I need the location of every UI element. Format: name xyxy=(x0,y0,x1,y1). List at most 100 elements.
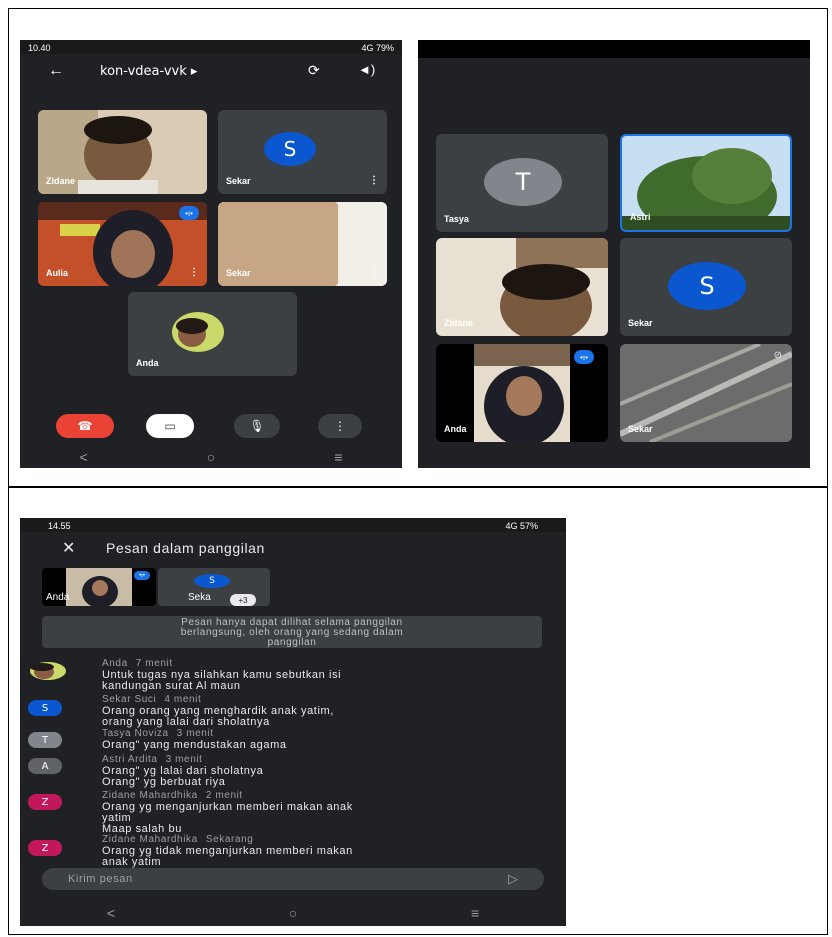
tile-name: Aulia xyxy=(46,268,69,278)
participant-tile-aulia[interactable]: •ı• Aulia ⋮ xyxy=(38,202,207,286)
divider-line xyxy=(8,486,828,488)
message-line: kandungan surat Al maun xyxy=(102,680,241,692)
speaker-icon[interactable]: ◄) xyxy=(358,62,375,77)
avatar-tasya: T xyxy=(484,158,562,206)
status-right: 4G 57% xyxy=(505,521,538,531)
nav-recents-icon[interactable]: ≡ xyxy=(471,905,479,921)
meet-screen-1: 10.40 4G 79% ← kon-vdea-vvk ▸ ⟳ ◄) Zidan… xyxy=(20,40,402,468)
close-icon[interactable]: ✕ xyxy=(62,538,75,558)
avatar-zidane: Z xyxy=(28,794,62,810)
message-text: Orang" yang mendustakan agama xyxy=(102,740,522,751)
participant-tile-anda[interactable]: •ı• Anda xyxy=(436,344,608,442)
message-text: Orang yg menganjurkan memberi makan anak… xyxy=(102,802,522,835)
participant-tile-tasya[interactable]: T Tasya xyxy=(436,134,608,232)
participant-tile-sekar-video[interactable]: ⊘ Sekar xyxy=(620,344,792,442)
avatar-tasya: T xyxy=(28,732,62,748)
message-meta: Astri Ardita 3 menit xyxy=(102,754,203,765)
participant-tile-sekar[interactable]: S Sekar xyxy=(620,238,792,336)
sender-name: Tasya Noviza xyxy=(102,728,169,739)
nav-back-icon[interactable]: < xyxy=(80,449,88,465)
message-input[interactable]: Kirim pesan ▷ xyxy=(42,868,544,890)
status-bar: 10.40 4G 79% xyxy=(20,40,402,54)
avatar-sekar: S xyxy=(668,262,746,310)
more-options-button[interactable]: ⋮ xyxy=(318,414,362,438)
tile-name: Anda xyxy=(136,358,159,368)
message-text: Orang" yg lalai dari sholatnya Orang" yg … xyxy=(102,766,522,788)
message-time: Sekarang xyxy=(205,834,254,845)
status-right: 4G 79% xyxy=(361,43,394,53)
participant-tile-zidane[interactable]: Zidane xyxy=(38,110,207,194)
participant-tile-sekar[interactable]: S Sekar ⋮ xyxy=(218,110,387,194)
more-participants-badge[interactable]: +3 xyxy=(230,594,256,606)
chat-notice: Pesan hanya dapat dilihat selama panggil… xyxy=(42,616,542,648)
send-icon[interactable]: ▷ xyxy=(508,871,518,887)
message-meta: Zidane Mahardhika Sekarang xyxy=(102,834,253,845)
status-bar: 14.55 4G 57% xyxy=(20,518,566,532)
more-options-icon[interactable]: ⋮ xyxy=(189,267,199,278)
android-navbar: < ○ ≡ xyxy=(20,902,566,924)
nav-back-icon[interactable]: < xyxy=(107,905,115,921)
android-navbar: < ○ ≡ xyxy=(20,446,402,468)
back-arrow-icon[interactable]: ← xyxy=(48,62,64,80)
sender-name: Zidane Mahardhika xyxy=(102,834,198,845)
tile-name: Sekar xyxy=(226,176,251,186)
switch-camera-icon[interactable]: ⟳ xyxy=(308,62,320,79)
nav-recents-icon[interactable]: ≡ xyxy=(334,449,342,465)
more-options-icon[interactable]: ⋮ xyxy=(369,267,379,278)
avatar-sekar: S xyxy=(264,132,316,166)
top-black-bar xyxy=(418,40,810,58)
chat-message: Z Zidane Mahardhika Sekarang Orang yg tid… xyxy=(20,834,566,868)
message-line: anak yatim xyxy=(102,856,162,868)
message-time: 4 menit xyxy=(164,694,202,705)
message-meta: Tasya Noviza 3 menit xyxy=(102,728,214,739)
tile-name: Astri xyxy=(630,212,651,222)
avatar-zidane: Z xyxy=(28,840,62,856)
camera-off-button[interactable]: ▭ xyxy=(146,414,194,438)
microphone-button[interactable]: 🎙 xyxy=(234,414,280,438)
message-meta: Anda 7 menit xyxy=(102,658,173,669)
sender-name: Sekar Suci xyxy=(102,694,157,705)
avatar-sekar: S xyxy=(28,700,62,716)
end-call-button[interactable]: ☎ xyxy=(56,414,114,438)
nav-home-icon[interactable]: ○ xyxy=(289,905,297,921)
message-time: 3 menit xyxy=(176,728,214,739)
chat-message: Z Zidane Mahardhika 2 menit Orang yg meng… xyxy=(20,790,566,836)
anda-avatar-photo xyxy=(172,312,224,352)
message-line: Orang yg menganjurkan memberi makan anak xyxy=(102,801,353,813)
message-line: Orang" yang mendustakan agama xyxy=(102,739,287,751)
message-meta: Sekar Suci 4 menit xyxy=(102,694,201,705)
participant-tile-anda[interactable]: Anda xyxy=(128,292,297,376)
chat-message: T Tasya Noviza 3 menit Orang" yang mendus… xyxy=(20,728,566,752)
message-line: orang yang lalai dari sholatnya xyxy=(102,716,270,728)
message-text: Orang orang yang menghardik anak yatim, o… xyxy=(102,706,522,728)
chat-screen: 14.55 4G 57% ✕ Pesan dalam panggilan •ı•… xyxy=(20,518,566,926)
participant-tile-sekar-video[interactable]: Sekar ⋮ xyxy=(218,202,387,286)
tile-name: Sekar xyxy=(226,268,251,278)
mic-off-icon: ⊘ xyxy=(773,350,782,361)
message-time: 3 menit xyxy=(165,754,203,765)
status-time: 10.40 xyxy=(28,43,51,53)
message-input-placeholder: Kirim pesan xyxy=(68,873,133,885)
more-options-icon[interactable]: ⋮ xyxy=(369,175,379,186)
message-meta: Zidane Mahardhika 2 menit xyxy=(102,790,243,801)
tile-name: Zidane xyxy=(444,318,474,328)
meet-screen-2: T Tasya Astri Zidane S Sekar •ı• Anda ⊘ … xyxy=(418,40,810,468)
sender-name: Astri Ardita xyxy=(102,754,158,765)
participant-thumb-anda[interactable]: •ı• Anda xyxy=(42,568,156,606)
avatar-anda-photo xyxy=(30,662,66,680)
avatar-seka: S xyxy=(194,574,230,588)
thumb-name: Seka xyxy=(188,592,211,603)
message-text: Untuk tugas nya silahkan kamu sebutkan i… xyxy=(102,670,522,692)
participant-thumb-seka[interactable]: S Seka +3 xyxy=(158,568,270,606)
sender-name: Anda xyxy=(102,658,128,669)
participant-tile-zidane[interactable]: Zidane xyxy=(436,238,608,336)
notice-line: panggilan xyxy=(267,637,317,648)
nav-home-icon[interactable]: ○ xyxy=(207,449,215,465)
tile-name: Sekar xyxy=(628,318,653,328)
chat-message: S Sekar Suci 4 menit Orang orang yang men… xyxy=(20,694,566,728)
participant-tile-astri[interactable]: Astri xyxy=(620,134,792,232)
meeting-code[interactable]: kon-vdea-vvk ▸ xyxy=(100,64,197,79)
tile-name: Sekar xyxy=(628,424,653,434)
tile-name: Tasya xyxy=(444,214,469,224)
chat-title: Pesan dalam panggilan xyxy=(106,540,265,556)
